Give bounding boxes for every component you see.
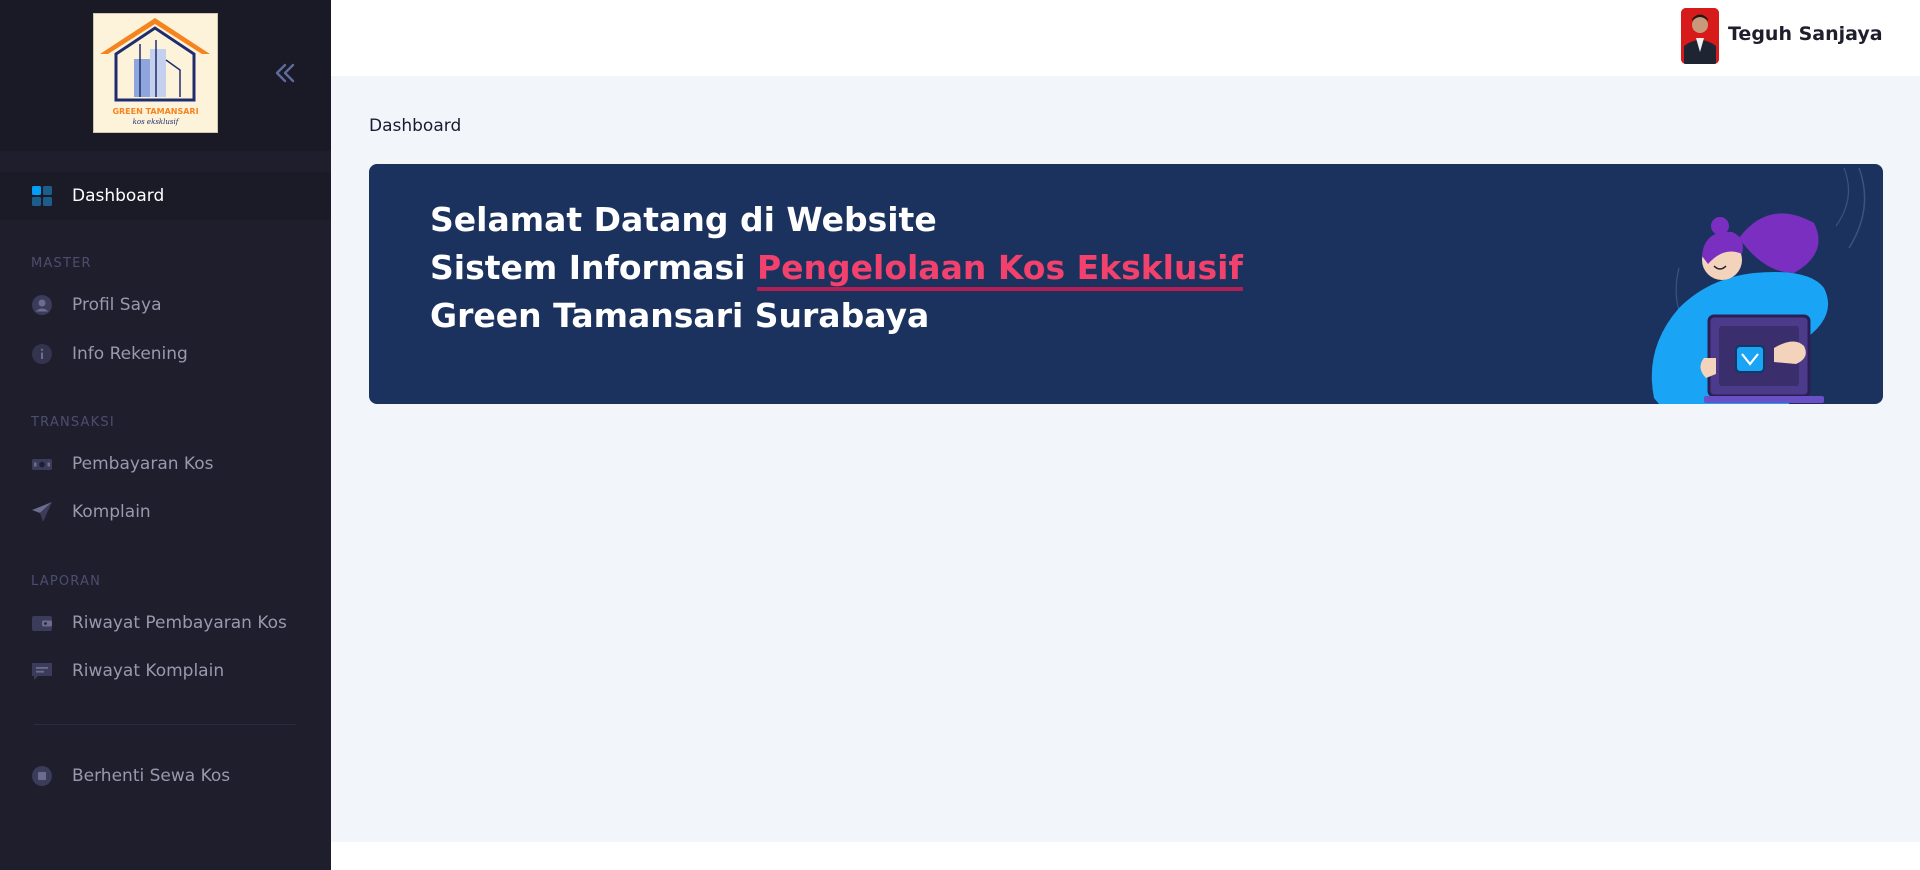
wallet-icon [31, 612, 53, 634]
welcome-banner: Selamat Datang di Website Sistem Informa… [369, 164, 1883, 404]
brand-logo[interactable]: GREEN TAMANSARI kos eksklusif [93, 13, 218, 133]
section-label-transaksi: TRANSAKSI [31, 415, 115, 430]
sidebar-collapse-button[interactable] [272, 61, 298, 85]
avatar[interactable] [1681, 8, 1719, 64]
sidebar-item-label: Info Rekening [72, 344, 188, 364]
sidebar-item-label: Komplain [72, 502, 151, 522]
banner-line-2: Sistem Informasi Pengelolaan Kos Eksklus… [430, 248, 1243, 291]
sidebar-divider [34, 724, 296, 725]
banner-line-1: Selamat Datang di Website [430, 200, 937, 239]
sidebar-item-dashboard[interactable]: Dashboard [0, 172, 331, 220]
info-icon [31, 343, 53, 365]
sidebar-item-berhenti-sewa-kos[interactable]: Berhenti Sewa Kos [0, 752, 331, 800]
footer [331, 842, 1920, 870]
send-icon [31, 501, 53, 523]
section-label-laporan: LAPORAN [31, 574, 102, 589]
sidebar-item-label: Berhenti Sewa Kos [72, 766, 231, 786]
house-logo-icon [100, 18, 210, 102]
user-icon [31, 294, 53, 316]
sidebar-item-komplain[interactable]: Komplain [0, 488, 331, 536]
sidebar-item-label: Riwayat Pembayaran Kos [72, 613, 287, 633]
sidebar-item-label: Dashboard [72, 186, 165, 206]
sidebar-item-label: Riwayat Komplain [72, 661, 225, 681]
sidebar-item-riwayat-komplain[interactable]: Riwayat Komplain [0, 647, 331, 695]
double-chevron-left-icon [275, 63, 295, 83]
message-icon [31, 660, 53, 682]
user-photo-icon [1681, 8, 1719, 64]
banner-line-2-prefix: Sistem Informasi [430, 248, 757, 287]
stop-icon [31, 765, 53, 787]
sidebar-item-label: Pembayaran Kos [72, 454, 214, 474]
sidebar-item-profil-saya[interactable]: Profil Saya [0, 281, 331, 329]
section-label-master: MASTER [31, 256, 92, 271]
page-title: Dashboard [369, 116, 462, 136]
sidebar-item-riwayat-pembayaran-kos[interactable]: Riwayat Pembayaran Kos [0, 599, 331, 647]
person-with-laptop-illustration [1651, 168, 1866, 404]
user-name[interactable]: Teguh Sanjaya [1728, 23, 1883, 45]
logo-subtitle: kos eksklusif [132, 118, 179, 126]
logo-title: GREEN TAMANSARI [112, 107, 199, 116]
banner-highlight: Pengelolaan Kos Eksklusif [756, 248, 1243, 291]
sidebar-item-info-rekening[interactable]: Info Rekening [0, 330, 331, 378]
sidebar: GREEN TAMANSARI kos eksklusif Dashboard … [0, 0, 331, 870]
sidebar-item-label: Profil Saya [72, 295, 162, 315]
sidebar-item-pembayaran-kos[interactable]: Pembayaran Kos [0, 440, 331, 488]
money-icon [31, 453, 53, 475]
sidebar-brand: GREEN TAMANSARI kos eksklusif [0, 0, 331, 151]
banner-line-3: Green Tamansari Surabaya [430, 296, 930, 335]
dashboard-icon [31, 185, 53, 207]
